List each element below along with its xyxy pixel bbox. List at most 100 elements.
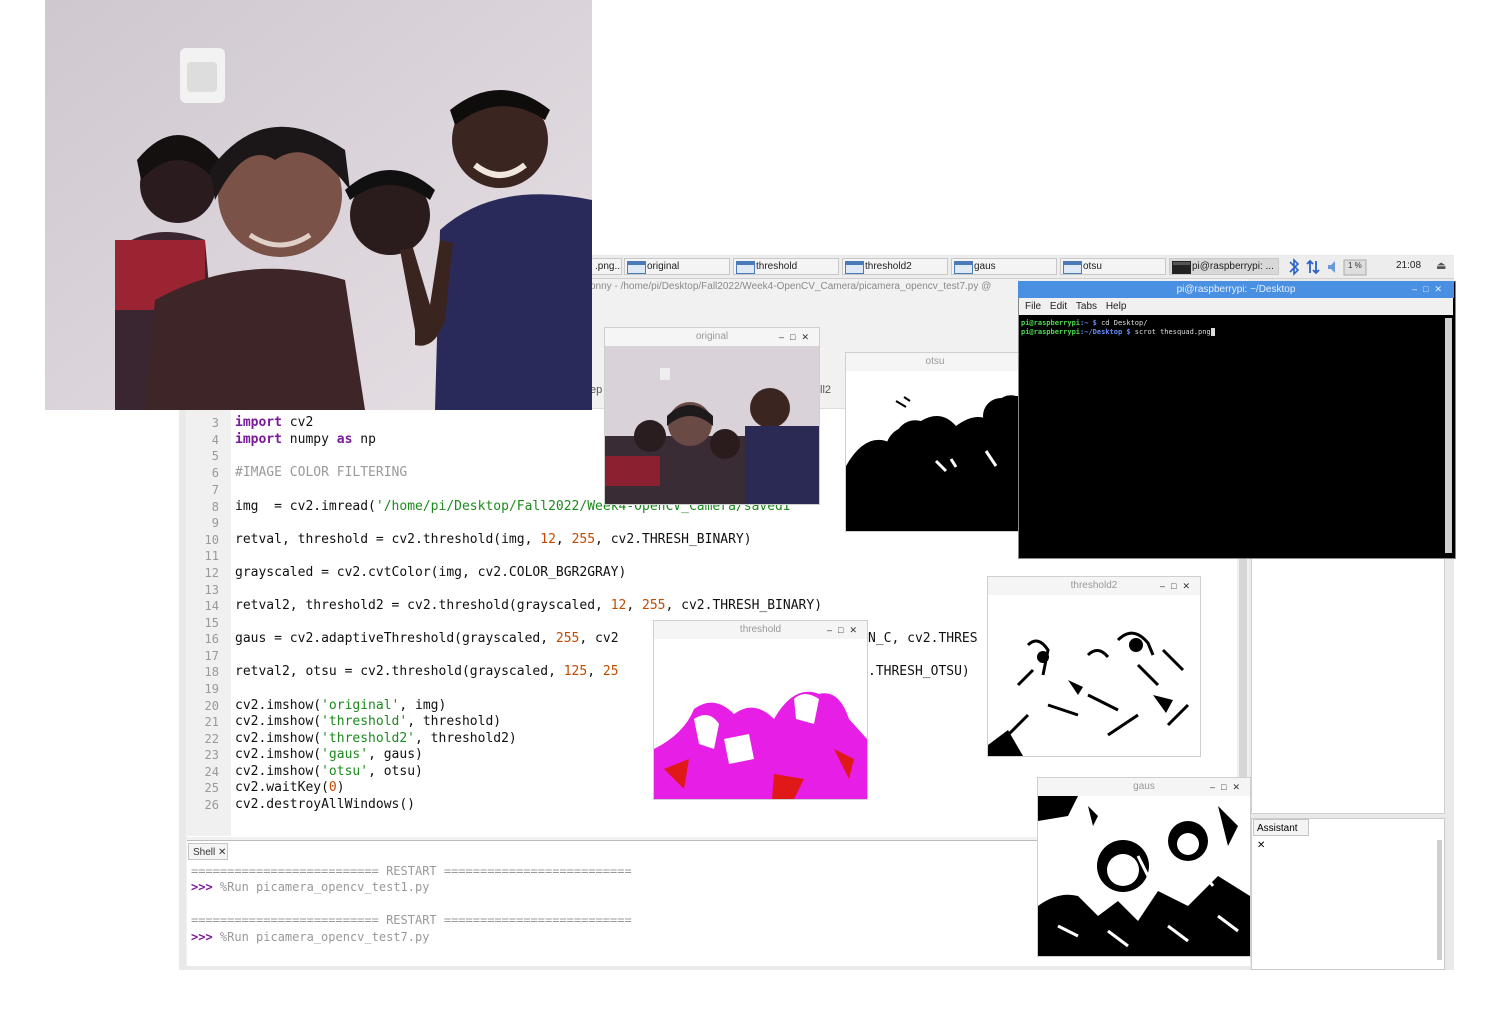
code-token: cv2.imshow(	[235, 698, 322, 713]
taskbar-item-original[interactable]: original	[624, 258, 730, 275]
window-title: threshold2	[1070, 580, 1118, 591]
code-line-4[interactable]: import numpy as np	[235, 432, 376, 447]
code-line-6[interactable]: #IMAGE COLOR FILTERING	[235, 465, 407, 480]
tab-assistant[interactable]: Assistant ✕	[1253, 819, 1309, 851]
menu-file[interactable]: File	[1025, 301, 1041, 312]
terminal-line: pi@raspberrypi:~/Desktop $ scrot thesqua…	[1021, 328, 1215, 336]
bluetooth-icon	[1289, 258, 1300, 276]
volume-icon	[1328, 261, 1335, 273]
gaus-window[interactable]: gaus –□✕	[1037, 777, 1251, 957]
code-line-20[interactable]: cv2.imshow('original', img)	[235, 698, 446, 713]
code-token: , otsu)	[368, 764, 423, 779]
terminal-icon	[1172, 261, 1191, 274]
terminal-scrollbar[interactable]	[1445, 318, 1452, 553]
code-line-3[interactable]: import cv2	[235, 415, 313, 430]
assistant-panel	[1251, 818, 1445, 970]
code-line-21[interactable]: cv2.imshow('threshold', threshold)	[235, 714, 501, 729]
taskbar-item-png[interactable]: .png...	[590, 258, 622, 275]
code-token: , threshold2)	[415, 731, 517, 746]
side-panel	[1251, 556, 1445, 814]
code-token: 25	[602, 664, 619, 679]
editor-tab-fragment-right[interactable]: ll2	[820, 384, 831, 396]
code-token: , threshold)	[407, 714, 502, 729]
line-number: 24	[204, 765, 219, 779]
original-window[interactable]: original –□✕	[604, 327, 820, 505]
code-line-16[interactable]: gaus = cv2.adaptiveThreshold(grayscaled,…	[235, 631, 619, 646]
taskbar-item-threshold[interactable]: threshold	[733, 258, 839, 275]
code-line-26[interactable]: cv2.destroyAllWindows()	[235, 797, 415, 812]
window-controls[interactable]: –□✕	[1210, 778, 1246, 796]
taskbar-item-gaus[interactable]: gaus	[951, 258, 1057, 275]
taskbar-label: otsu	[1083, 261, 1102, 272]
line-number: 6	[211, 466, 219, 480]
line-number: 13	[204, 583, 219, 597]
terminal-user: pi@raspberrypi	[1021, 319, 1081, 327]
window-controls[interactable]: –□✕	[779, 328, 815, 346]
menu-edit[interactable]: Edit	[1050, 301, 1067, 312]
code-token: cv2.imshow(	[235, 731, 322, 746]
code-line-14[interactable]: retval2, threshold2 = cv2.threshold(gray…	[235, 598, 822, 613]
code-token: 'threshold'	[321, 714, 408, 729]
code-token: retval2, threshold2 = cv2.threshold(gray…	[235, 598, 611, 613]
code-token: ,	[626, 598, 642, 613]
tab-shell[interactable]: Shell ✕	[188, 843, 228, 860]
assistant-scrollbar[interactable]	[1437, 840, 1442, 960]
window-controls[interactable]: –□✕	[827, 621, 863, 639]
shell-restart-line: ========================== RESTART =====…	[191, 864, 632, 878]
otsu-window[interactable]: otsu	[845, 352, 1025, 532]
menu-tabs[interactable]: Tabs	[1076, 301, 1097, 312]
tab-label: Assistant	[1257, 823, 1298, 834]
taskbar-label: pi@raspberrypi: ...	[1192, 261, 1274, 272]
gaus-image	[1038, 796, 1250, 956]
code-line-22[interactable]: cv2.imshow('threshold2', threshold2)	[235, 731, 517, 746]
thonny-title: onny - /home/pi/Desktop/Fall2022/Week4-O…	[590, 281, 992, 292]
close-icon[interactable]: ✕	[218, 847, 226, 858]
threshold-titlebar[interactable]: threshold –□✕	[654, 621, 867, 639]
code-token: 12	[610, 598, 627, 613]
shell-command: %Run picamera_opencv_test7.py	[212, 930, 430, 944]
code-token: ,	[555, 532, 572, 547]
taskbar-item-terminal[interactable]: pi@raspberrypi: ...	[1169, 258, 1279, 275]
taskbar-item-otsu[interactable]: otsu	[1060, 258, 1166, 275]
code-token: 'threshold2'	[321, 731, 416, 746]
threshold-window[interactable]: threshold –□✕	[653, 620, 868, 800]
line-number: 9	[211, 516, 219, 530]
line-number: 26	[204, 798, 219, 812]
otsu-titlebar[interactable]: otsu	[846, 353, 1024, 371]
code-token: numpy	[281, 432, 337, 447]
original-titlebar[interactable]: original –□✕	[605, 328, 819, 346]
close-icon[interactable]: ✕	[1257, 840, 1265, 851]
code-line-18[interactable]: retval2, otsu = cv2.threshold(grayscaled…	[235, 664, 619, 679]
code-token: 'otsu'	[321, 764, 369, 779]
code-line-16-tail[interactable]: N_C, cv2.THRES	[868, 631, 978, 646]
terminal-path: :~ $	[1080, 319, 1097, 327]
threshold-image	[654, 639, 867, 799]
code-token: 255	[642, 598, 666, 613]
gaus-titlebar[interactable]: gaus –□✕	[1038, 778, 1250, 796]
clock[interactable]: 21:08	[1396, 260, 1421, 271]
window-controls[interactable]: –□✕	[1412, 281, 1448, 298]
terminal-user: pi@raspberrypi	[1021, 328, 1081, 336]
code-token: cv2.imshow(	[235, 714, 322, 729]
code-line-12[interactable]: grayscaled = cv2.cvtColor(img, cv2.COLOR…	[235, 565, 626, 580]
code-line-10[interactable]: retval, threshold = cv2.threshold(img, 1…	[235, 532, 752, 547]
code-token: , img)	[399, 698, 447, 713]
line-number: 7	[211, 483, 219, 497]
line-number: 15	[204, 616, 219, 630]
taskbar-item-threshold2[interactable]: threshold2	[842, 258, 948, 275]
code-token: 'original'	[321, 698, 400, 713]
code-line-23[interactable]: cv2.imshow('gaus', gaus)	[235, 747, 423, 762]
code-line-25[interactable]: cv2.waitKey(0)	[235, 780, 345, 795]
window-controls[interactable]: –□✕	[1160, 577, 1196, 595]
code-token: import	[235, 432, 282, 447]
threshold2-window[interactable]: threshold2 –□✕	[987, 576, 1201, 757]
menu-help[interactable]: Help	[1106, 301, 1127, 312]
code-line-24[interactable]: cv2.imshow('otsu', otsu)	[235, 764, 423, 779]
terminal-command: cd Desktop/	[1096, 319, 1148, 327]
threshold2-titlebar[interactable]: threshold2 –□✕	[988, 577, 1200, 595]
eject-icon[interactable]: ⏏	[1436, 259, 1446, 272]
terminal-titlebar[interactable]: pi@raspberrypi: ~/Desktop –□✕	[1018, 281, 1454, 298]
code-line-18-tail[interactable]: .THRESH_OTSU)	[868, 664, 970, 679]
line-number: 8	[211, 500, 219, 514]
code-token: , gaus)	[368, 747, 423, 762]
